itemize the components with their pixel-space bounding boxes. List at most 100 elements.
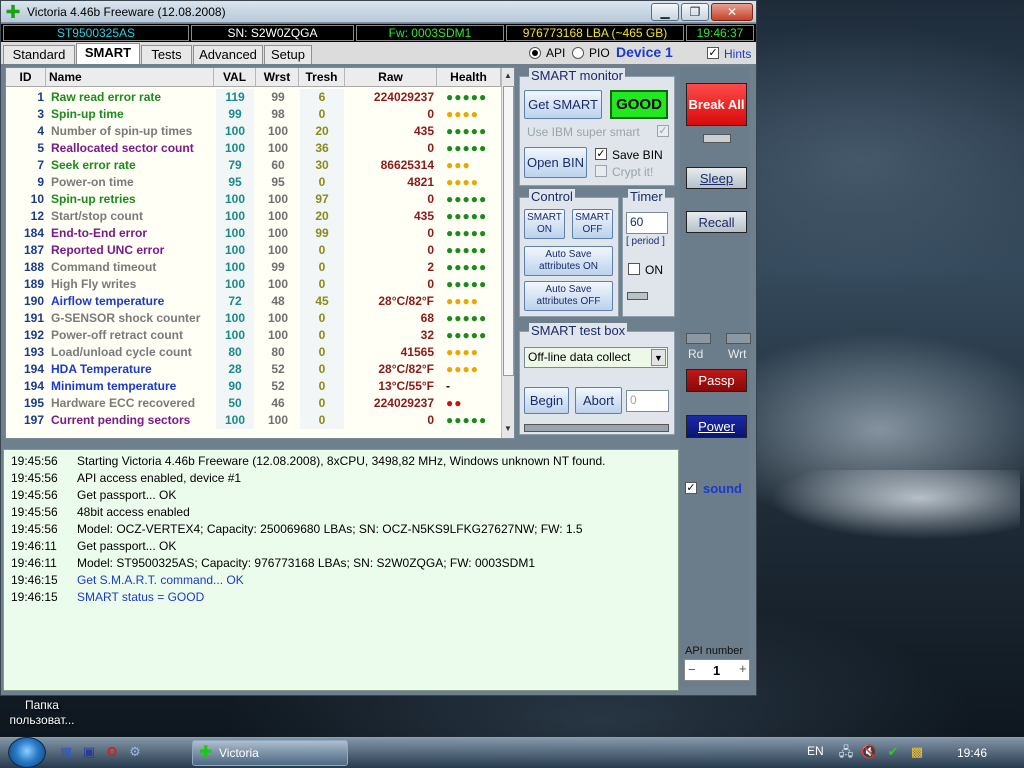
tab-standard[interactable]: Standard (3, 45, 75, 64)
control-title: Control (529, 189, 575, 204)
row-health: ●●●●● (446, 209, 488, 223)
display-icon[interactable]: ▩ (909, 744, 925, 760)
col-header-name[interactable]: Name (46, 68, 214, 87)
title-bar[interactable]: ✚ Victoria 4.46b Freeware (12.08.2008) ▁… (1, 1, 756, 23)
maximize-button[interactable]: ❐ (681, 3, 709, 21)
row-health: ●●●● (446, 175, 479, 189)
tab-smart[interactable]: SMART (76, 43, 140, 64)
table-row[interactable]: 5 Reallocated sector count 100 100 36 0 ●●●●● (6, 140, 501, 157)
row-value: 100 (216, 191, 254, 208)
recall-button[interactable]: Recall (686, 211, 747, 233)
smart-off-button[interactable]: SMART OFF (572, 209, 613, 239)
log-message: SMART status = GOOD (77, 590, 205, 604)
tab-tests[interactable]: Tests (141, 45, 192, 64)
plus-icon[interactable]: + (739, 661, 747, 676)
device-selector[interactable]: Device 1 (616, 44, 673, 60)
table-row[interactable]: 194 Minimum temperature 90 52 0 13°C/55°F - (6, 378, 501, 395)
table-scrollbar[interactable]: ▲ ▼ (501, 68, 514, 438)
network-icon[interactable]: 🖧 (838, 744, 854, 760)
minus-icon[interactable]: − (688, 662, 696, 677)
row-worst: 100 (267, 413, 289, 427)
col-header-id[interactable]: ID (6, 68, 46, 87)
table-row[interactable]: 3 Spin-up time 99 98 0 0 ●●●● (6, 106, 501, 123)
scroll-up-icon[interactable]: ▲ (504, 71, 512, 80)
drive-firmware: Fw: 0003SDM1 (356, 25, 504, 41)
abort-button[interactable]: Abort (575, 387, 622, 414)
table-row[interactable]: 191 G-SENSOR shock counter 100 100 0 68 ●●●●● (6, 310, 501, 327)
language-indicator[interactable]: EN (807, 744, 824, 758)
floppy-icon[interactable]: ▣ (81, 744, 97, 760)
row-worst: 100 (267, 243, 289, 257)
table-row[interactable]: 194 HDA Temperature 28 52 0 28°C/82°F ●●●● (6, 361, 501, 378)
col-header-wrst[interactable]: Wrst (256, 68, 299, 87)
timer-period-input[interactable]: 60 (626, 212, 668, 234)
tab-setup[interactable]: Setup (264, 45, 312, 64)
table-row[interactable]: 7 Seek error rate 79 60 30 86625314 ●●● (6, 157, 501, 174)
network-app-icon[interactable]: ⚙ (127, 744, 143, 760)
passport-button[interactable]: Passp (686, 369, 747, 392)
test-type-value: Off-line data collect (528, 350, 631, 364)
table-row[interactable]: 9 Power-on time 95 95 0 4821 ●●●● (6, 174, 501, 191)
table-row[interactable]: 195 Hardware ECC recovered 50 46 0 224029237 ●… (6, 395, 501, 412)
opera-icon[interactable]: O (104, 744, 120, 760)
save-bin-checkbox[interactable]: ✓ (595, 148, 607, 160)
scroll-thumb[interactable] (503, 86, 514, 376)
scroll-down-icon[interactable]: ▼ (504, 424, 512, 433)
col-header-tresh[interactable]: Tresh (299, 68, 345, 87)
volume-muted-icon[interactable]: 🔇 (861, 744, 877, 760)
col-header-health[interactable]: Health (437, 68, 501, 87)
auto-save-off-button[interactable]: Auto Save attributes OFF (524, 281, 613, 311)
table-row[interactable]: 188 Command timeout 100 99 0 2 ●●●●● (6, 259, 501, 276)
taskbar-clock[interactable]: 19:46 (957, 746, 987, 760)
col-header-val[interactable]: VAL (214, 68, 256, 87)
row-worst: 100 (267, 124, 289, 138)
row-id: 12 (30, 209, 44, 223)
open-bin-button[interactable]: Open BIN (524, 147, 587, 178)
power-button[interactable]: Power (686, 415, 747, 438)
minimize-button[interactable]: ▁ (651, 3, 679, 21)
table-row[interactable]: 190 Airflow temperature 72 48 45 28°C/82°F ●●●… (6, 293, 501, 310)
test-type-select[interactable]: Off-line data collect ▼ (524, 347, 668, 368)
row-raw: 41565 (400, 345, 434, 359)
sound-checkbox[interactable]: ✓ (685, 482, 697, 494)
test-lba-input[interactable]: 0 (626, 390, 669, 412)
chevron-down-icon[interactable]: ▼ (651, 349, 666, 366)
event-log[interactable]: 19:45:56 Starting Victoria 4.46b Freeware… (3, 449, 679, 691)
api-radio[interactable] (529, 47, 541, 59)
table-row[interactable]: 4 Number of spin-up times 100 100 20 435 ●●●●● (6, 123, 501, 140)
hints-checkbox[interactable]: ✓ (707, 47, 719, 59)
api-number-stepper[interactable]: − 1 + (684, 659, 750, 681)
tab-advanced[interactable]: Advanced (193, 45, 263, 64)
begin-button[interactable]: Begin (524, 387, 569, 414)
break-all-button[interactable]: Break All (686, 83, 747, 126)
pio-radio[interactable] (572, 47, 584, 59)
smart-on-button[interactable]: SMART ON (524, 209, 565, 239)
table-row[interactable]: 197 Current pending sectors 100 100 0 0 ●●●●● (6, 412, 501, 429)
taskbar-item-victoria[interactable]: ✚ Victoria (192, 740, 348, 766)
table-row[interactable]: 10 Spin-up retries 100 100 97 0 ●●●●● (6, 191, 501, 208)
table-row[interactable]: 189 High Fly writes 100 100 0 0 ●●●●● (6, 276, 501, 293)
table-row[interactable]: 12 Start/stop count 100 100 20 435 ●●●●● (6, 208, 501, 225)
timer-on-checkbox[interactable] (628, 263, 640, 275)
show-desktop-icon[interactable]: ▦ (58, 744, 74, 760)
table-row[interactable]: 193 Load/unload cycle count 80 80 0 41565 ●●●● (6, 344, 501, 361)
log-line: 19:45:56 48bit access enabled (4, 504, 680, 521)
close-button[interactable]: ✕ (711, 3, 753, 21)
window-title: Victoria 4.46b Freeware (12.08.2008) (27, 5, 226, 19)
table-row[interactable]: 192 Power-off retract count 100 100 0 32 ●●●●● (6, 327, 501, 344)
desktop-folder-icon-label[interactable]: Папка пользоват... (2, 698, 82, 728)
table-row[interactable]: 184 End-to-End error 100 100 99 0 ●●●●● (6, 225, 501, 242)
start-button[interactable] (8, 737, 46, 768)
log-message: 48bit access enabled (77, 505, 190, 519)
safely-remove-icon[interactable]: ✔ (885, 744, 901, 760)
row-value: 100 (216, 310, 254, 327)
log-time: 19:45:56 (11, 454, 58, 468)
col-header-raw[interactable]: Raw (345, 68, 437, 87)
table-row[interactable]: 1 Raw read error rate 119 99 6 224029237 ●●●●● (6, 89, 501, 106)
victoria-cross-icon: ✚ (199, 744, 213, 761)
sleep-button[interactable]: Sleep (686, 167, 747, 189)
get-smart-button[interactable]: Get SMART (524, 90, 602, 119)
row-health: ●●●● (446, 107, 479, 121)
table-row[interactable]: 187 Reported UNC error 100 100 0 0 ●●●●● (6, 242, 501, 259)
auto-save-on-button[interactable]: Auto Save attributes ON (524, 246, 613, 276)
